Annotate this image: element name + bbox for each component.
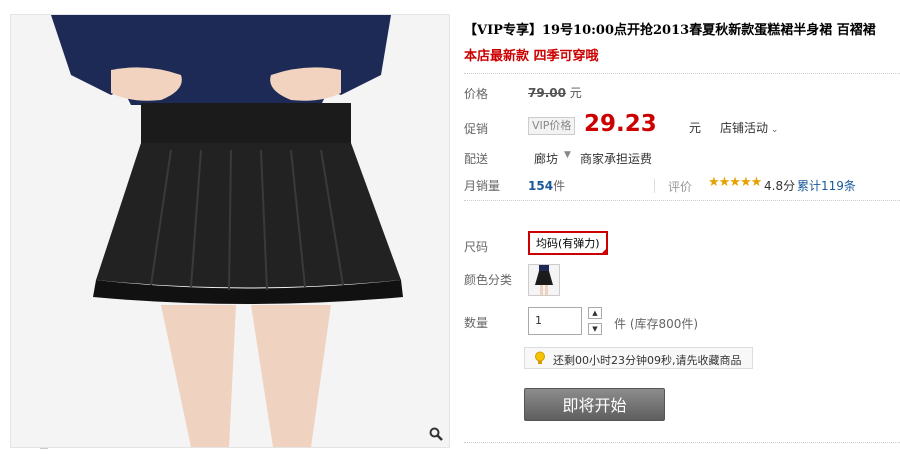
lightbulb-icon <box>535 351 545 364</box>
quantity-decrease-button[interactable]: ▼ <box>588 323 602 335</box>
divider <box>464 442 900 443</box>
product-title: 【VIP专享】19号10:00点开抢2013春夏秋新款蛋糕裙半身裙 百褶裙 <box>464 23 876 38</box>
divider-mark <box>40 448 48 453</box>
monthly-sales: 154件 <box>528 177 565 194</box>
separator <box>654 179 655 193</box>
zoom-icon[interactable] <box>429 427 443 441</box>
quantity-label: 数量 <box>464 316 489 330</box>
product-subtitle: 本店最新款 四季可穿哦 <box>464 49 599 64</box>
store-activity-dropdown[interactable]: 店铺活动 ⌄ <box>720 119 778 136</box>
coming-soon-button[interactable]: 即将开始 <box>524 388 665 421</box>
review-count-link[interactable]: 累计119条 <box>797 177 856 194</box>
promo-unit: 元 <box>689 121 702 135</box>
monthly-sales-label: 月销量 <box>464 179 501 193</box>
chevron-down-icon: ⌄ <box>768 125 779 135</box>
caret-down-icon[interactable]: ▼ <box>564 150 571 160</box>
original-price-unit: 元 <box>569 86 582 100</box>
promo-price: 29.23 <box>584 111 657 137</box>
monthly-sales-unit: 件 <box>553 179 566 193</box>
price-box: 价格 79.00 元 促销 VIP价格 29.23 元 店铺活动 ⌄ 配送 廊坊… <box>464 73 900 201</box>
countdown-notice: 还剩00小时23分钟09秒,请先收藏商品 <box>524 347 753 369</box>
price-label: 价格 <box>464 87 489 101</box>
shipping-location[interactable]: 廊坊 <box>534 150 558 167</box>
size-label: 尺码 <box>464 240 489 254</box>
rating-score: 4.8分 <box>764 179 796 193</box>
monthly-sales-count: 154 <box>528 179 554 193</box>
quantity-increase-button[interactable]: ▲ <box>588 307 602 319</box>
original-price: 79.00 元 <box>528 84 582 101</box>
countdown-text: 还剩00小时23分钟09秒,请先收藏商品 <box>553 354 742 367</box>
store-activity-label: 店铺活动 <box>720 121 769 135</box>
star-rating-icon: ★★★★★ <box>708 175 762 190</box>
shipping-label: 配送 <box>464 152 489 166</box>
stock-info: 件 (库存800件) <box>614 317 699 331</box>
original-price-value: 79.00 <box>528 86 566 100</box>
skirt-thumbnail-image <box>529 265 559 295</box>
product-info-panel: 【VIP专享】19号10:00点开抢2013春夏秋新款蛋糕裙半身裙 百褶裙 本店… <box>464 0 900 454</box>
product-image[interactable] <box>10 14 450 448</box>
rating-label: 评价 <box>668 180 693 194</box>
color-label: 颜色分类 <box>464 273 513 287</box>
product-photo <box>11 15 449 447</box>
vip-price-tag: VIP价格 <box>528 117 576 135</box>
quantity-input[interactable]: 1 <box>528 307 582 335</box>
freight-info: 商家承担运费 <box>580 152 653 166</box>
promo-label: 促销 <box>464 122 489 136</box>
color-option-thumbnail[interactable] <box>528 264 560 296</box>
size-option-selected[interactable]: 均码(有弹力) <box>528 231 608 255</box>
